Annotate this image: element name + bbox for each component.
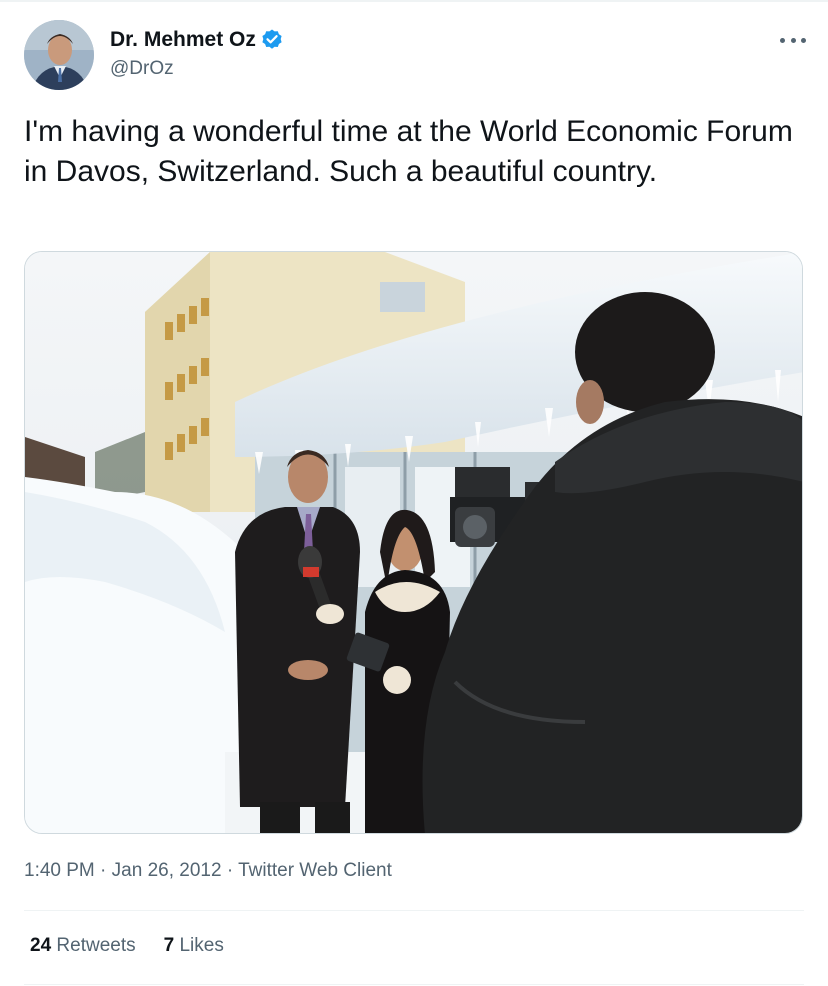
tweet-stats: 24 Retweets 7 Likes xyxy=(30,935,224,957)
author-display-name[interactable]: Dr. Mehmet Oz xyxy=(110,28,256,52)
dot-icon xyxy=(801,37,806,43)
tweet-date[interactable]: Jan 26, 2012 xyxy=(112,860,222,881)
avatar-image xyxy=(24,20,94,90)
divider xyxy=(24,984,804,985)
tweet-meta: 1:40 PM · Jan 26, 2012 · Twitter Web Cli… xyxy=(24,860,392,882)
more-options-icon[interactable] xyxy=(780,30,806,50)
avatar[interactable] xyxy=(24,20,94,90)
tweet-time[interactable]: 1:40 PM xyxy=(24,860,95,881)
tweet-text: I'm having a wonderful time at the World… xyxy=(24,115,793,188)
photo-illustration xyxy=(25,252,802,833)
dot-icon xyxy=(780,37,785,43)
meta-separator: · xyxy=(100,860,107,881)
tweet-detail: Dr. Mehmet Oz @DrOz I'm having a wonderf… xyxy=(0,0,828,986)
tweet-photo[interactable] xyxy=(24,251,803,834)
likes-count: 7 xyxy=(163,935,175,956)
tweet-client[interactable]: Twitter Web Client xyxy=(238,860,392,881)
dot-icon xyxy=(790,37,796,43)
retweets-count: 24 xyxy=(30,935,52,956)
likes-stat[interactable]: 7 Likes xyxy=(164,935,224,957)
top-divider xyxy=(0,0,828,2)
author-name-row[interactable]: Dr. Mehmet Oz xyxy=(110,28,284,52)
divider xyxy=(24,910,804,911)
author-handle[interactable]: @DrOz xyxy=(110,58,174,80)
likes-label: Likes xyxy=(179,935,224,956)
retweets-label: Retweets xyxy=(56,935,136,956)
retweets-stat[interactable]: 24 Retweets xyxy=(30,935,136,957)
verified-badge-icon xyxy=(260,28,284,52)
meta-separator: · xyxy=(226,860,234,881)
